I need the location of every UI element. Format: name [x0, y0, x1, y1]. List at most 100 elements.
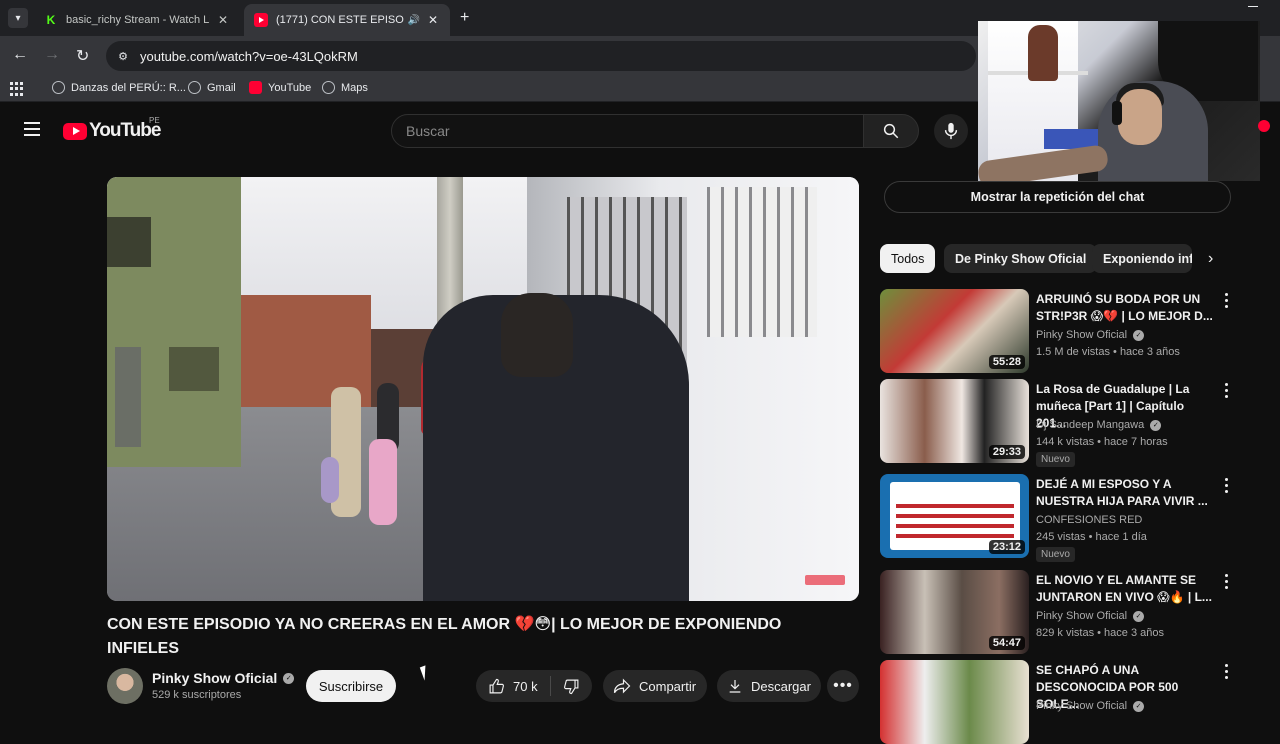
- channel-name[interactable]: Pinky Show Oficial ✓: [152, 670, 295, 686]
- video-thumbnail[interactable]: 55:28: [880, 289, 1029, 373]
- recommended-video[interactable]: 23:12 DEJÉ A MI ESPOSO Y A NUESTRA HIJA …: [880, 474, 1240, 562]
- like-dislike-group: 70 k: [476, 670, 592, 702]
- reload-icon[interactable]: ↻: [76, 46, 89, 66]
- chip-channel[interactable]: De Pinky Show Oficial: [944, 244, 1098, 273]
- recommended-video[interactable]: 54:47 EL NOVIO Y EL AMANTE SE JUNTARON E…: [880, 570, 1240, 656]
- tab-title: (1771) CON ESTE EPISODIO: [276, 14, 404, 26]
- recommendation-title[interactable]: DEJÉ A MI ESPOSO Y A NUESTRA HIJA PARA V…: [1036, 476, 1216, 510]
- channel-text: Pinky Show Oficial: [1036, 610, 1128, 622]
- chip-topic[interactable]: Exponiendo infi: [1092, 244, 1192, 273]
- more-vertical-icon[interactable]: [1225, 293, 1229, 311]
- more-horizontal-icon: •••: [833, 677, 853, 694]
- address-bar[interactable]: ⚙ youtube.com/watch?v=oe-43LQokRM: [106, 41, 976, 71]
- channel-text: CONFESIONES RED: [1036, 514, 1143, 526]
- youtube-icon: [63, 122, 87, 140]
- video-thumbnail[interactable]: [880, 660, 1029, 744]
- close-icon[interactable]: ✕: [426, 13, 440, 27]
- back-icon[interactable]: ←: [12, 46, 28, 64]
- bookmark-item[interactable]: YouTube: [249, 81, 311, 94]
- globe-icon: [188, 81, 201, 94]
- notification-badge[interactable]: [1258, 120, 1270, 132]
- youtube-logo[interactable]: YouTube PE: [63, 116, 161, 142]
- bookmark-item[interactable]: Danzas del PERÚ:: R...: [52, 81, 186, 94]
- more-vertical-icon[interactable]: [1225, 383, 1229, 401]
- dislike-button[interactable]: [551, 678, 592, 695]
- chevron-right-icon[interactable]: ›: [1208, 250, 1213, 268]
- mouse-cursor-icon: [419, 665, 431, 681]
- minimize-icon[interactable]: [1248, 6, 1258, 7]
- youtube-icon: [254, 13, 268, 27]
- tab-search-button[interactable]: ▾: [8, 8, 28, 28]
- recommended-video[interactable]: 55:28 ARRUINÓ SU BODA POR UN STR!P3R 😱💔 …: [880, 289, 1240, 375]
- apps-grid-icon[interactable]: [10, 82, 24, 96]
- more-actions-button[interactable]: •••: [827, 670, 859, 702]
- browser-tab-active[interactable]: (1771) CON ESTE EPISODIO 🔊 ✕: [244, 4, 450, 36]
- site-info-icon[interactable]: ⚙: [114, 47, 132, 65]
- video-thumbnail[interactable]: 54:47: [880, 570, 1029, 654]
- verified-icon: ✓: [1133, 610, 1145, 622]
- globe-icon: [52, 81, 65, 94]
- voice-search-button[interactable]: [934, 114, 968, 148]
- search-button[interactable]: [863, 114, 919, 148]
- subscribe-button[interactable]: Suscribirse: [306, 670, 396, 702]
- show-chat-replay-button[interactable]: Mostrar la repetición del chat: [884, 181, 1231, 213]
- youtube-icon: [249, 81, 262, 94]
- bookmark-label: Maps: [341, 81, 368, 94]
- video-thumbnail[interactable]: 29:33: [880, 379, 1029, 463]
- channel-avatar[interactable]: [107, 668, 143, 704]
- bookmark-item[interactable]: Maps: [322, 81, 368, 94]
- new-badge: Nuevo: [1036, 452, 1075, 467]
- channel-name-text: Pinky Show Oficial: [152, 670, 278, 686]
- recommendation-channel[interactable]: Dj Sandeep Mangawa ✓: [1036, 419, 1162, 431]
- more-vertical-icon[interactable]: [1225, 574, 1229, 592]
- recommendation-channel[interactable]: CONFESIONES RED: [1036, 514, 1142, 526]
- country-code: PE: [149, 116, 160, 125]
- subscriber-count: 529 k suscriptores: [152, 689, 242, 701]
- download-button[interactable]: Descargar: [717, 670, 821, 702]
- webcam-overlay: [978, 21, 1260, 181]
- recommendation-title[interactable]: EL NOVIO Y EL AMANTE SE JUNTARON EN VIVO…: [1036, 572, 1216, 606]
- search-placeholder: Buscar: [406, 123, 450, 139]
- url-text: youtube.com/watch?v=oe-43LQokRM: [140, 48, 358, 64]
- recommended-video[interactable]: 29:33 La Rosa de Guadalupe | La muñeca […: [880, 379, 1240, 467]
- chip-all[interactable]: Todos: [880, 244, 936, 273]
- new-tab-button[interactable]: +: [460, 9, 469, 27]
- like-button[interactable]: 70 k: [476, 676, 551, 696]
- more-vertical-icon[interactable]: [1225, 478, 1229, 496]
- video-title: CON ESTE EPISODIO YA NO CREERAS EN EL AM…: [107, 616, 782, 657]
- share-label: Compartir: [639, 678, 697, 694]
- channel-watermark: [805, 575, 845, 585]
- verified-icon: ✓: [1150, 419, 1162, 431]
- recommendation-meta: 1.5 M de vistas • hace 3 años: [1036, 346, 1180, 358]
- recommended-video[interactable]: SE CHAPÓ A UNA DESCONOCIDA POR 500 SOLE.…: [880, 660, 1240, 744]
- recommendation-channel[interactable]: Pinky Show Oficial ✓: [1036, 329, 1145, 341]
- speaker-icon[interactable]: 🔊: [408, 15, 420, 26]
- duration-badge: 23:12: [988, 540, 1025, 554]
- thumbs-up-icon: [489, 678, 504, 693]
- bookmark-item[interactable]: Gmail: [188, 81, 236, 94]
- menu-icon[interactable]: [24, 122, 40, 140]
- channel-text: Pinky Show Oficial: [1036, 329, 1128, 341]
- recommendation-meta: 829 k vistas • hace 3 años: [1036, 627, 1164, 639]
- channel-text: Dj Sandeep Mangawa: [1036, 419, 1145, 431]
- close-icon[interactable]: ✕: [216, 13, 230, 27]
- video-player[interactable]: [107, 177, 859, 601]
- microphone-icon: [944, 122, 958, 140]
- recommendation-meta: 144 k vistas • hace 7 horas: [1036, 436, 1168, 448]
- verified-icon: ✓: [283, 672, 295, 684]
- share-icon: [613, 678, 631, 694]
- recommendation-title[interactable]: ARRUINÓ SU BODA POR UN STR!P3R 😱💔 | LO M…: [1036, 291, 1216, 325]
- more-vertical-icon[interactable]: [1225, 664, 1229, 682]
- browser-tab[interactable]: K basic_richy Stream - Watch Live ✕: [34, 4, 240, 36]
- duration-badge: 29:33: [988, 445, 1025, 459]
- new-badge: Nuevo: [1036, 547, 1075, 562]
- forward-icon[interactable]: →: [44, 46, 60, 64]
- recommendation-channel[interactable]: Pinky Show Oficial ✓: [1036, 700, 1145, 712]
- share-button[interactable]: Compartir: [603, 670, 707, 702]
- bookmark-label: Gmail: [207, 81, 236, 94]
- video-thumbnail[interactable]: 23:12: [880, 474, 1029, 558]
- recommendation-channel[interactable]: Pinky Show Oficial ✓: [1036, 610, 1145, 622]
- search-input[interactable]: Buscar: [391, 114, 864, 148]
- search-icon: [883, 123, 899, 139]
- bookmark-label: Danzas del PERÚ:: R...: [71, 81, 186, 94]
